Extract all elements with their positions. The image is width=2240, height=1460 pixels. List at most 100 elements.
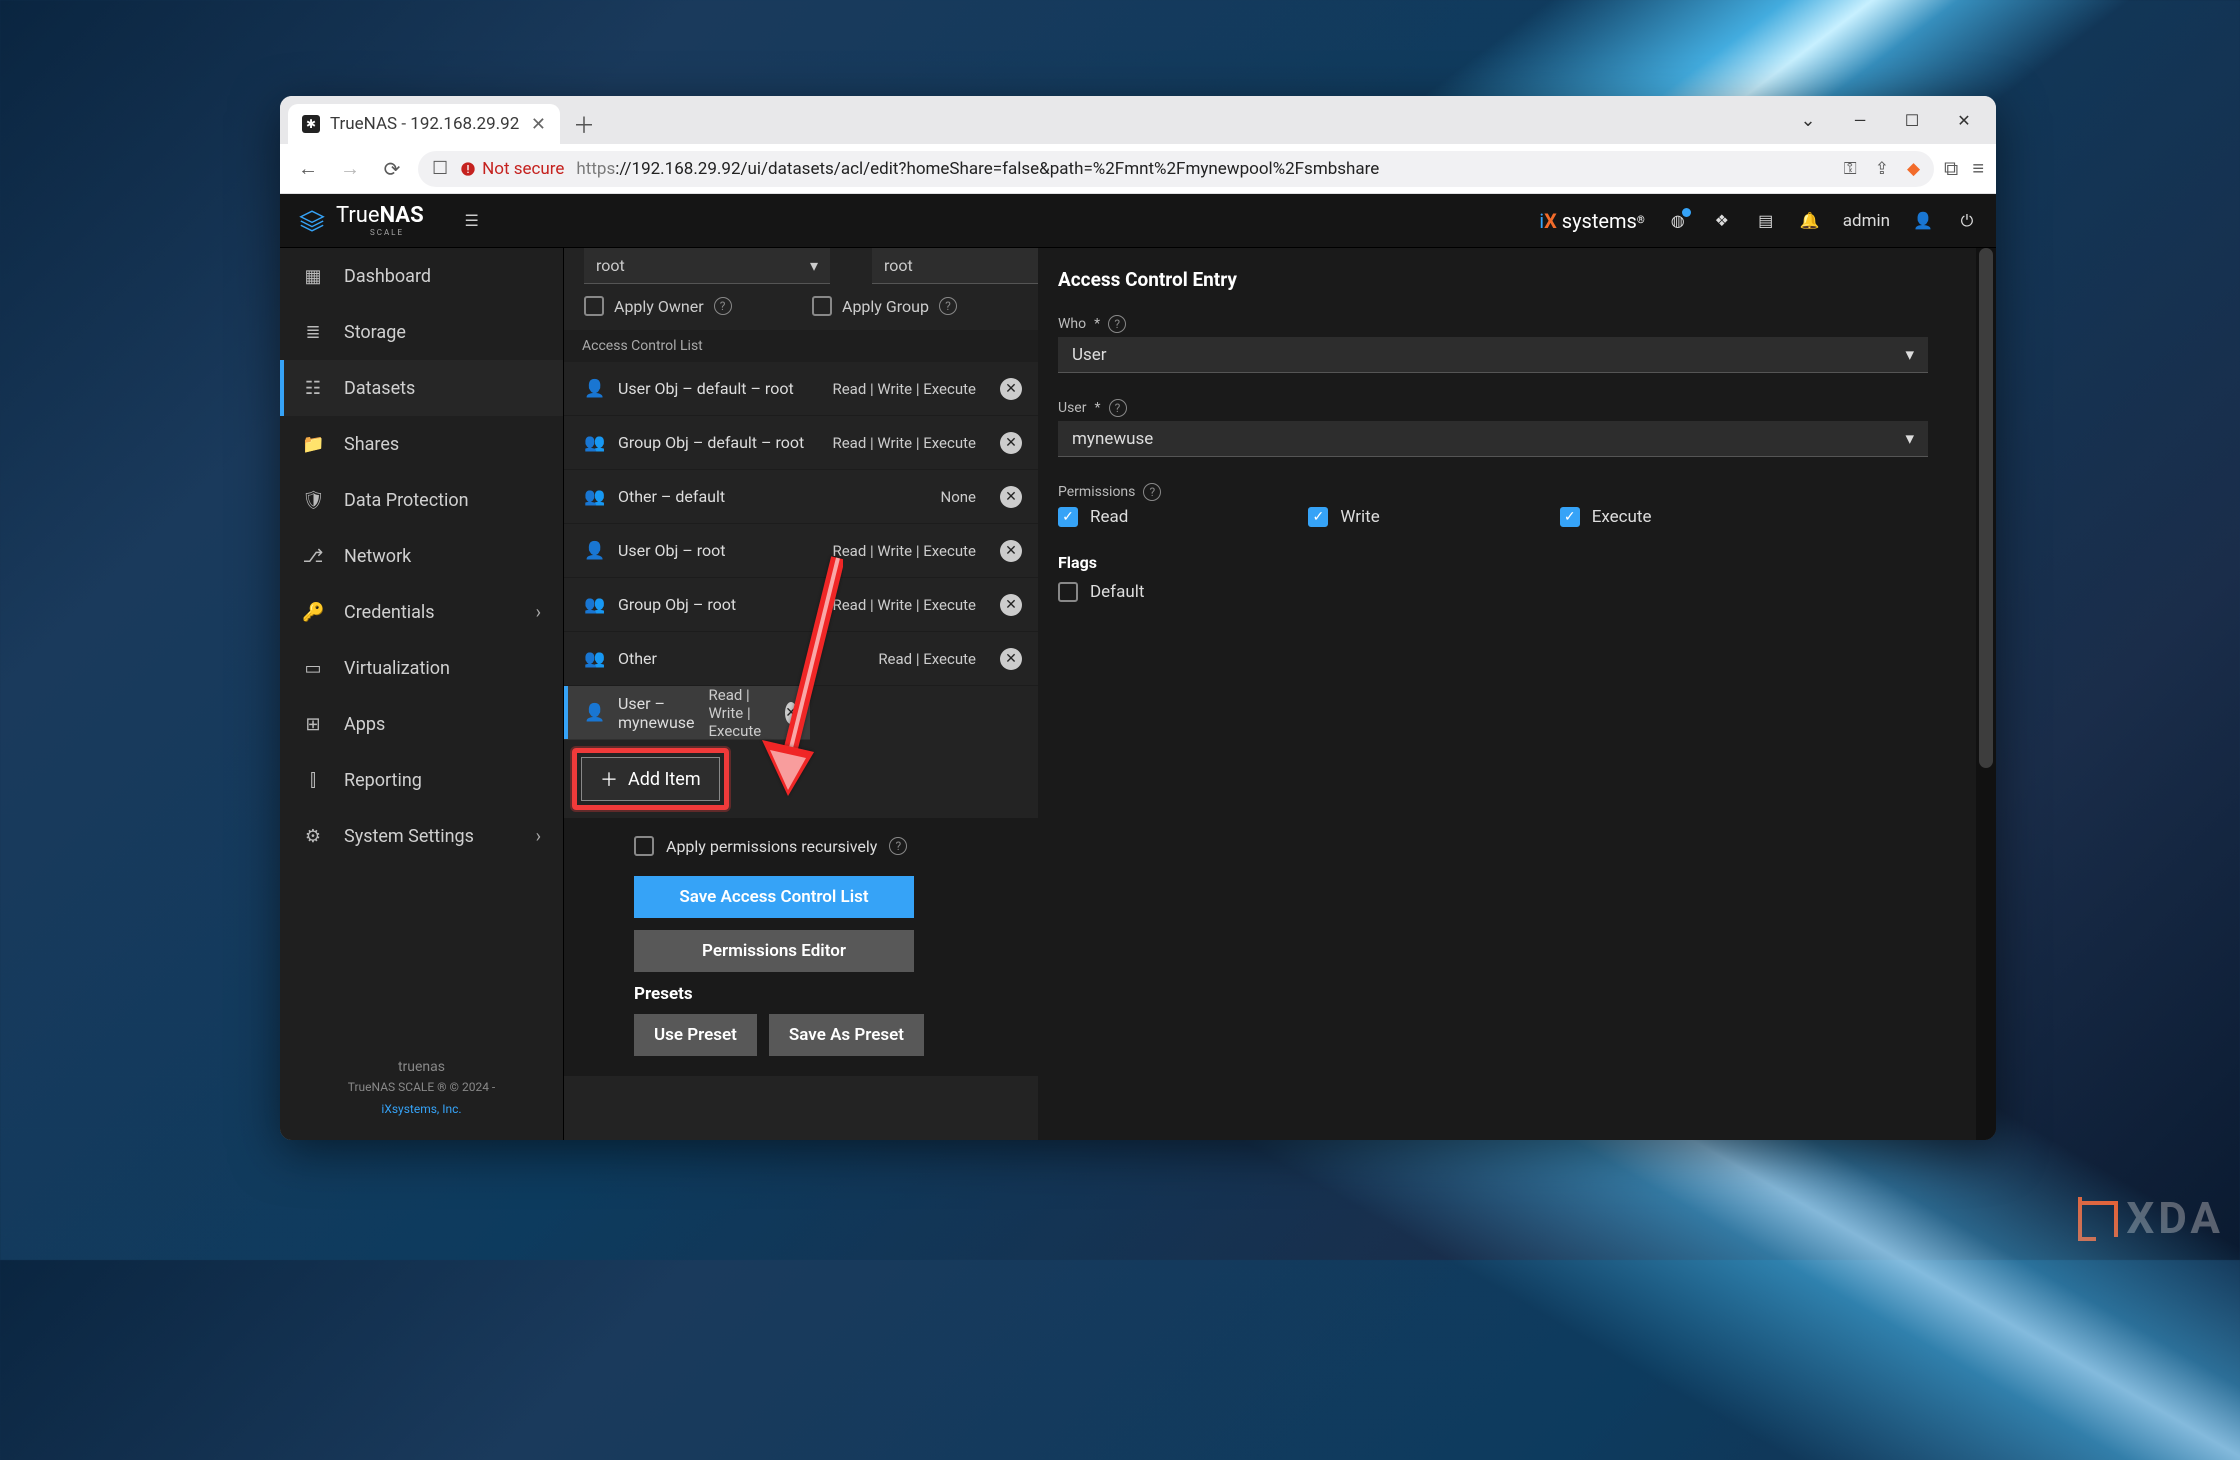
acl-item[interactable]: 👤User Obj – rootRead | Write | Execute✕ — [564, 524, 1038, 578]
acl-entry-label: User Obj – default – root — [618, 379, 794, 398]
acl-item[interactable]: 👤User – mynewuseRead | Write | Execute✕ — [564, 686, 810, 740]
sidebar-item-reporting[interactable]: ⫿Reporting — [280, 752, 563, 808]
sidebar-item-label: Storage — [344, 322, 406, 343]
help-icon[interactable]: ? — [889, 837, 907, 855]
sidebar-item-network[interactable]: ⎇Network — [280, 528, 563, 584]
sidebar-item-credentials[interactable]: 🔑Credentials› — [280, 584, 563, 640]
sidebar-item-data-protection[interactable]: 🛡Data Protection — [280, 472, 563, 528]
ixsystems-link[interactable]: iXsystems, Inc. — [381, 1102, 461, 1116]
brand[interactable]: TrueNAS SCALE — [298, 205, 424, 237]
acl-item[interactable]: 👤User Obj – default – rootRead | Write |… — [564, 362, 1038, 416]
acl-entry-icon: 👤 — [584, 379, 604, 399]
nav-back-icon[interactable]: ← — [292, 153, 324, 185]
window-controls: ⌄ — ☐ ✕ — [1784, 96, 1988, 144]
who-select[interactable]: User▾ — [1058, 337, 1928, 373]
sidebar-item-datasets[interactable]: ☷Datasets — [280, 360, 563, 416]
hamburger-icon[interactable]: ☰ — [454, 203, 490, 239]
acl-item[interactable]: 👥Group Obj – rootRead | Write | Execute✕ — [564, 578, 1038, 632]
chevron-right-icon: › — [536, 602, 541, 623]
maximize-icon[interactable]: ☐ — [1888, 100, 1936, 140]
status-icon[interactable]: ◍ — [1667, 210, 1689, 232]
help-icon[interactable]: ? — [714, 297, 732, 315]
browser-tab[interactable]: ✱ TrueNAS - 192.168.29.92 ✕ — [288, 104, 560, 144]
delete-acl-icon[interactable]: ✕ — [1000, 648, 1022, 670]
sidebar-item-dashboard[interactable]: ▦Dashboard — [280, 248, 563, 304]
ixsystems-logo[interactable]: iX systems® — [1539, 209, 1645, 233]
delete-acl-icon[interactable]: ✕ — [1000, 540, 1022, 562]
user-label: User — [1058, 400, 1086, 416]
key-icon[interactable]: ⚿ — [1844, 159, 1857, 179]
reload-icon[interactable]: ⟳ — [376, 153, 408, 185]
nav-icon: ⚙ — [302, 826, 324, 847]
browser-tabbar: ✱ TrueNAS - 192.168.29.92 ✕ ＋ ⌄ — ☐ ✕ — [280, 96, 1996, 144]
add-item-button[interactable]: ＋ Add Item — [581, 757, 720, 801]
apply-group-checkbox[interactable] — [812, 296, 832, 316]
flag-default-checkbox[interactable] — [1058, 582, 1078, 602]
save-acl-button[interactable]: Save Access Control List — [634, 876, 914, 918]
plus-icon: ＋ — [600, 766, 618, 792]
acl-item[interactable]: 👥OtherRead | Execute✕ — [564, 632, 1038, 686]
acl-entry-label: User – mynewuse — [618, 694, 695, 732]
nav-icon: ⎇ — [302, 546, 324, 567]
acl-entry-label: Other — [618, 649, 657, 668]
sidebar: ▦Dashboard ≣ Storage ☷Datasets📁Shares🛡Data … — [280, 194, 564, 1140]
bookmark-icon[interactable]: ☐ — [432, 158, 448, 179]
brave-shield-icon[interactable]: ◆ — [1907, 159, 1920, 179]
delete-acl-icon[interactable]: ✕ — [1000, 486, 1022, 508]
user-select[interactable]: mynewuse▾ — [1058, 421, 1928, 457]
nav-icon: 📁 — [302, 434, 324, 455]
sidebar-item-storage[interactable]: ≣ Storage — [280, 304, 563, 360]
extensions-icon[interactable]: ⧉ — [1944, 156, 1958, 181]
browser-menu-icon[interactable]: ≡ — [1972, 156, 1984, 181]
security-indicator[interactable]: Not secure — [460, 159, 564, 179]
sidebar-item-system-settings[interactable]: ⚙System Settings› — [280, 808, 563, 864]
perm-execute-checkbox[interactable]: ✓ — [1560, 507, 1580, 527]
power-icon[interactable]: ⏻ — [1956, 210, 1978, 232]
apply-owner-checkbox[interactable] — [584, 296, 604, 316]
truenas-app: TrueNAS SCALE ☰ iX systems® ◍ ❖ ▤ 🔔 admi… — [280, 194, 1996, 1140]
acl-item[interactable]: 👥Group Obj – default – rootRead | Write … — [564, 416, 1038, 470]
new-tab-button[interactable]: ＋ — [566, 106, 602, 142]
acl-entry-perm: Read | Write | Execute — [832, 434, 976, 452]
bell-icon[interactable]: 🔔 — [1799, 210, 1821, 232]
close-window-icon[interactable]: ✕ — [1940, 100, 1988, 140]
sidebar-item-apps[interactable]: ⊞Apps — [280, 696, 563, 752]
username[interactable]: admin — [1843, 211, 1890, 231]
perm-write-checkbox[interactable]: ✓ — [1308, 507, 1328, 527]
nav-icon: ≣ — [302, 322, 324, 343]
favicon: ✱ — [302, 115, 320, 133]
watermark: XDA — [2082, 1192, 2224, 1244]
help-icon[interactable]: ? — [1108, 315, 1126, 333]
perm-read-checkbox[interactable]: ✓ — [1058, 507, 1078, 527]
delete-acl-icon[interactable]: ✕ — [1000, 432, 1022, 454]
sidebar-item-label: Virtualization — [344, 658, 450, 679]
clipboard-icon[interactable]: ▤ — [1755, 210, 1777, 232]
acl-entry-icon: 👥 — [584, 487, 604, 507]
use-preset-button[interactable]: Use Preset — [634, 1014, 757, 1056]
apply-recursive-checkbox[interactable] — [634, 836, 654, 856]
presets-label: Presets — [634, 984, 1018, 1004]
delete-acl-icon[interactable]: ✕ — [1000, 378, 1022, 400]
layers-icon[interactable]: ❖ — [1711, 210, 1733, 232]
owner-select[interactable]: root▾ — [584, 248, 830, 284]
delete-acl-icon[interactable]: ✕ — [1000, 594, 1022, 616]
share-icon[interactable]: ⇪ — [1875, 159, 1889, 179]
tab-close-icon[interactable]: ✕ — [531, 114, 546, 135]
scrollbar[interactable] — [1976, 248, 1996, 1140]
nav-icon: ▦ — [302, 266, 324, 287]
caret-down-icon[interactable]: ⌄ — [1784, 100, 1832, 140]
help-icon[interactable]: ? — [1143, 483, 1161, 501]
minimize-icon[interactable]: — — [1836, 100, 1884, 140]
permissions-editor-button[interactable]: Permissions Editor — [634, 930, 914, 972]
url-text: https://192.168.29.92/ui/datasets/acl/ed… — [576, 159, 1379, 179]
acl-item[interactable]: 👥Other – defaultNone✕ — [564, 470, 1038, 524]
help-icon[interactable]: ? — [1109, 399, 1127, 417]
acl-actions: Apply permissions recursively ? Save Acc… — [564, 818, 1038, 1076]
address-bar[interactable]: ☐ Not secure https://192.168.29.92/ui/da… — [418, 151, 1934, 187]
help-icon[interactable]: ? — [939, 297, 957, 315]
sidebar-item-shares[interactable]: 📁Shares — [280, 416, 563, 472]
user-icon[interactable]: 👤 — [1912, 210, 1934, 232]
save-as-preset-button[interactable]: Save As Preset — [769, 1014, 924, 1056]
delete-acl-icon[interactable]: ✕ — [785, 702, 797, 724]
sidebar-item-virtualization[interactable]: ▭Virtualization — [280, 640, 563, 696]
